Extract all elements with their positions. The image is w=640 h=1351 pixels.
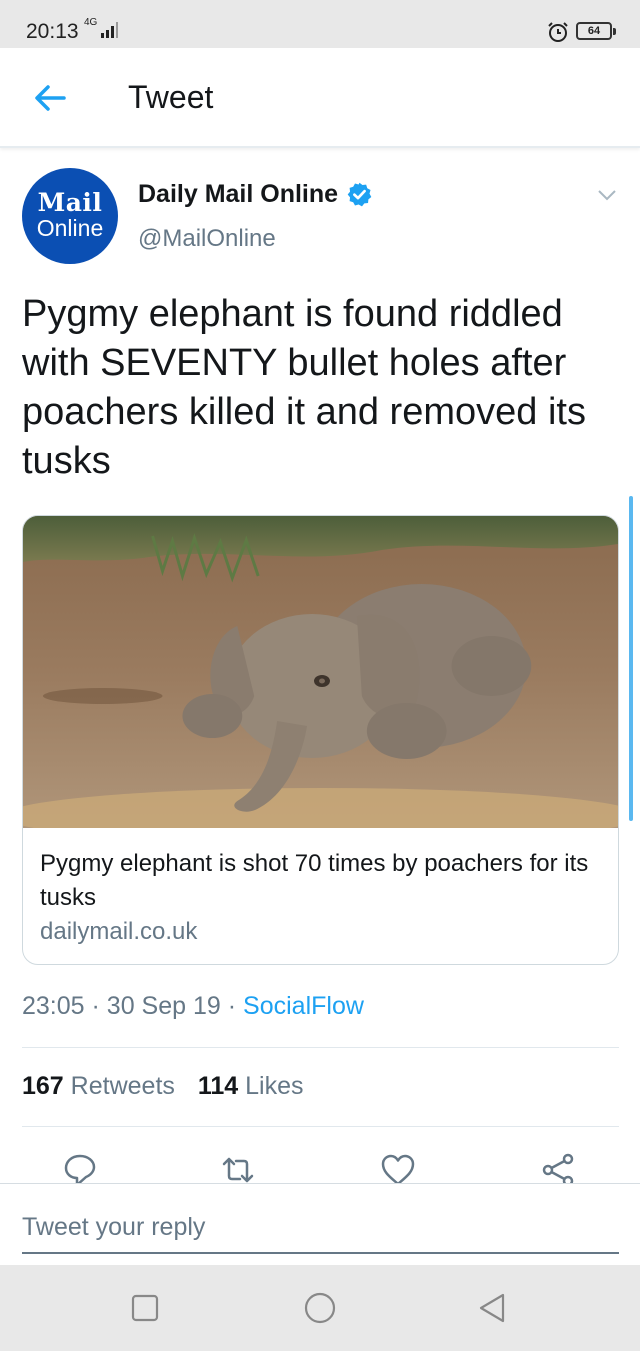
meta-separator: · (91, 992, 100, 1020)
back-arrow-icon[interactable] (26, 76, 74, 120)
retweet-icon[interactable] (220, 1152, 256, 1183)
card-domain: dailymail.co.uk (40, 918, 198, 945)
verified-badge-icon (347, 182, 372, 207)
top-app-bar: Tweet (0, 48, 640, 148)
scrollbar[interactable] (629, 496, 633, 821)
divider (22, 1047, 619, 1048)
like-label: Likes (245, 1072, 304, 1100)
tweet-timestamp: 23:05 · 30 Sep 19 · SocialFlow (22, 992, 364, 1021)
card-title: Pygmy elephant is shot 70 times by poach… (40, 850, 589, 911)
likes-stat[interactable]: 114 Likes (198, 1072, 304, 1100)
retweet-label: Retweets (70, 1072, 175, 1100)
reply-icon[interactable] (62, 1152, 98, 1183)
card-image (23, 516, 618, 828)
tweet-time: 23:05 (22, 992, 85, 1020)
tweet-source-link[interactable]: SocialFlow (243, 992, 364, 1020)
retweet-count: 167 (22, 1072, 64, 1100)
avatar-logo-line2: Online (36, 215, 104, 241)
like-count: 114 (197, 1072, 239, 1100)
tweet-date: 30 Sep 19 (106, 992, 221, 1020)
retweets-stat[interactable]: 167 Retweets (22, 1072, 182, 1100)
nav-home-icon[interactable] (303, 1291, 337, 1325)
system-nav-bar (0, 1265, 640, 1351)
divider (22, 1126, 619, 1127)
avatar-logo-line1: Mail (37, 188, 103, 217)
meta-separator: · (227, 992, 237, 1020)
page-title: Tweet (128, 79, 214, 115)
author-name[interactable]: Daily Mail Online (138, 180, 338, 209)
reply-bar (0, 1183, 640, 1265)
signal-icon (101, 22, 118, 38)
status-time: 20:13 (26, 20, 79, 43)
chevron-down-icon[interactable] (594, 184, 620, 206)
author-avatar[interactable]: Mail Online (22, 168, 118, 264)
battery-indicator: 64 (576, 22, 616, 40)
tweet-stats: 167 Retweets 114 Likes (22, 1072, 304, 1101)
nav-recents-icon[interactable] (128, 1291, 162, 1325)
tweet-text: Pygmy elephant is found riddled with SEV… (22, 293, 586, 482)
network-type: 4G (84, 17, 98, 28)
link-preview-card[interactable]: Pygmy elephant is shot 70 times by poach… (22, 515, 619, 965)
share-icon[interactable] (540, 1152, 576, 1183)
like-heart-icon[interactable] (380, 1152, 416, 1183)
author-handle[interactable]: @MailOnline (138, 225, 276, 253)
status-bar: 20:13 4G 64 (0, 0, 640, 48)
tweet-actions (0, 1146, 640, 1183)
alarm-icon (548, 22, 568, 42)
reply-input[interactable] (22, 1202, 619, 1254)
nav-back-icon[interactable] (475, 1291, 509, 1325)
